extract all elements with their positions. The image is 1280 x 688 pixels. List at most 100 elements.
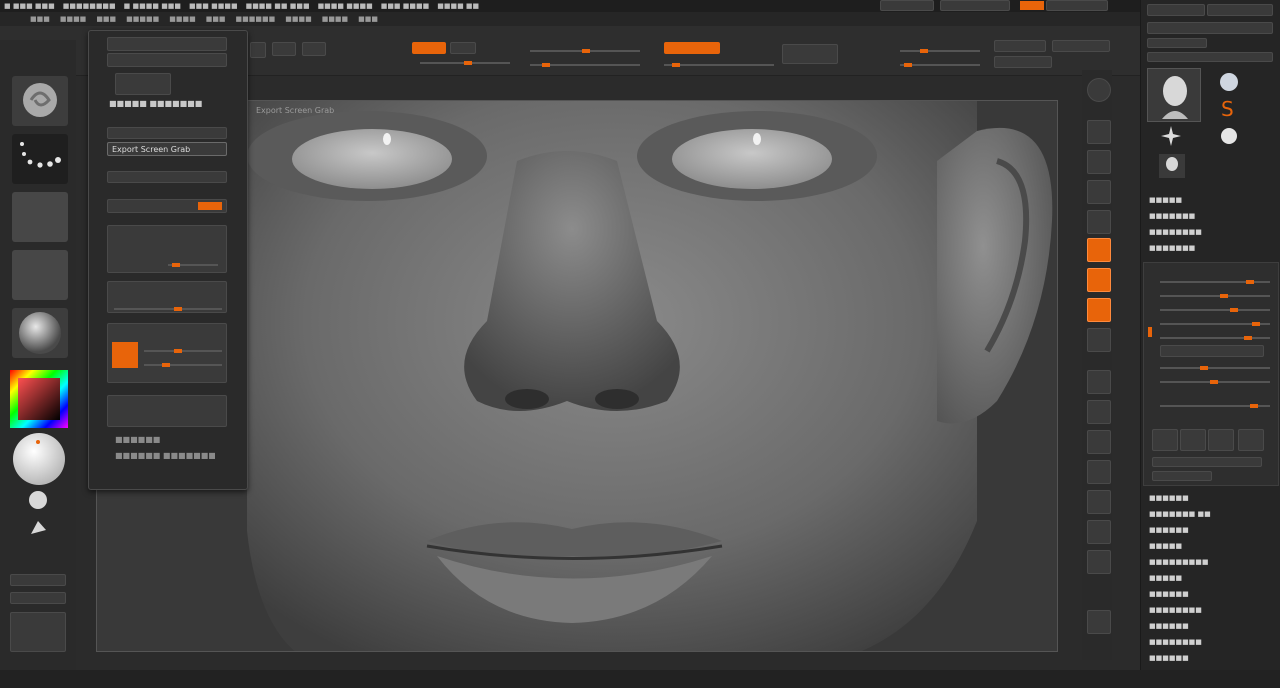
camera-icon[interactable] [170, 230, 190, 250]
focal-shift-slider[interactable] [420, 61, 510, 65]
star-tool-icon[interactable] [1159, 124, 1183, 148]
stroke-icon[interactable] [12, 192, 68, 242]
gradient-icon[interactable] [28, 518, 48, 538]
tray-slider[interactable] [1160, 308, 1270, 312]
palette-item[interactable]: ■■■■ [169, 15, 195, 23]
floor-icon[interactable] [1087, 268, 1111, 292]
texture-icon[interactable] [12, 250, 68, 300]
rotate-icon[interactable] [1087, 460, 1111, 484]
tray-slider[interactable] [1160, 294, 1270, 298]
palette-item[interactable]: ■■■ [358, 15, 378, 23]
camera-icon[interactable] [114, 230, 134, 250]
shelf-button[interactable] [994, 56, 1052, 68]
rgb-intensity-slider[interactable] [530, 49, 640, 53]
main-color-swatch[interactable] [12, 432, 66, 486]
alpha-dots-icon[interactable] [12, 134, 68, 184]
color-swatch[interactable] [112, 342, 138, 368]
sphere-tool-icon[interactable] [1217, 124, 1241, 148]
left-button[interactable] [10, 592, 66, 604]
tray-slider[interactable] [1160, 404, 1270, 408]
move-icon[interactable] [1087, 400, 1111, 424]
brush-icon[interactable] [12, 76, 68, 126]
dynamic-button[interactable] [782, 44, 838, 64]
head-tool-icon[interactable] [1159, 154, 1185, 178]
panel-slider[interactable] [144, 363, 222, 367]
persp-icon[interactable] [1087, 238, 1111, 262]
tray-item[interactable]: ■■■■■■■■ [1149, 228, 1202, 236]
actual-icon[interactable] [1087, 180, 1111, 204]
tray-item[interactable]: ■■■■■■■ [1149, 244, 1195, 252]
tray-item[interactable]: ■■■■■■ [1149, 494, 1189, 502]
tray-item[interactable]: ■■■■■■ [1149, 590, 1189, 598]
zsub-button[interactable] [450, 42, 476, 54]
tray-button[interactable] [1147, 4, 1205, 16]
tray-button[interactable] [1238, 429, 1264, 451]
tray-button[interactable] [1147, 22, 1273, 34]
palette-item[interactable]: ■■■■ [60, 15, 86, 23]
frame-icon[interactable] [1087, 370, 1111, 394]
camera-icon[interactable] [198, 230, 218, 250]
menu-item[interactable]: ■■■■ ■■ ■■■ [246, 2, 310, 10]
panel-button[interactable] [107, 171, 227, 183]
tray-item[interactable]: ■■■■■ [1149, 196, 1182, 204]
color-picker[interactable] [10, 370, 68, 428]
seethrough-slider[interactable] [940, 0, 1010, 11]
shelf-button[interactable] [272, 42, 296, 56]
tray-slider[interactable] [1160, 366, 1270, 370]
tray-item[interactable]: ■■■■■■■■ [1149, 606, 1202, 614]
tray-button[interactable] [1152, 457, 1262, 467]
tray-button[interactable] [1208, 429, 1234, 451]
total-points-slider[interactable] [900, 63, 980, 67]
tray-button[interactable] [1152, 471, 1212, 481]
bpr-icon[interactable] [1087, 78, 1111, 102]
tray-button[interactable] [1160, 345, 1264, 357]
palette-item[interactable]: ■■■■ [285, 15, 311, 23]
polymesh-tool-icon[interactable]: S [1217, 96, 1241, 121]
palette-item[interactable]: ■■■ [30, 15, 50, 23]
menu-item[interactable]: ■■■ ■■■■ [189, 2, 238, 10]
tray-slider[interactable] [1160, 336, 1270, 340]
xyz-icon[interactable] [1087, 328, 1111, 352]
move-icon[interactable] [250, 42, 266, 58]
tray-slider[interactable] [1160, 322, 1270, 326]
draw-size-button[interactable] [664, 42, 720, 54]
draw-size-slider[interactable] [664, 63, 774, 67]
palette-item[interactable]: ■■■■ [322, 15, 348, 23]
panel-button[interactable] [115, 73, 171, 95]
local-icon[interactable] [1087, 298, 1111, 322]
tray-item[interactable]: ■■■■■■ [1149, 622, 1189, 630]
secondary-sphere-icon[interactable] [28, 490, 48, 510]
panel-button[interactable] [107, 37, 227, 51]
panel-slider[interactable] [144, 349, 222, 353]
polyf-icon[interactable] [1087, 490, 1111, 514]
menu-item[interactable]: ■■■■ ■■ [437, 2, 479, 10]
left-button[interactable] [10, 612, 66, 652]
panel-slider[interactable] [114, 307, 222, 311]
xpose-icon[interactable] [1087, 610, 1111, 634]
zoom-icon[interactable] [1087, 150, 1111, 174]
solo-icon[interactable] [1087, 550, 1111, 574]
camera-icon[interactable] [142, 230, 162, 250]
menu-item[interactable]: ■ ■■■■ ■■■ [124, 2, 181, 10]
zadd-button[interactable] [412, 42, 446, 54]
shelf-button[interactable] [994, 40, 1046, 52]
transp-icon[interactable] [1087, 520, 1111, 544]
palette-item[interactable]: ■■■■■■ [236, 15, 276, 23]
tray-button[interactable] [1207, 4, 1273, 16]
left-button[interactable] [10, 574, 66, 586]
head-tool-icon[interactable] [1147, 68, 1201, 122]
tray-item[interactable]: ■■■■■■■ ■■ [1149, 510, 1211, 518]
export-screen-grab-button[interactable]: Export Screen Grab [107, 142, 227, 156]
tray-item[interactable]: ■■■■■ [1149, 542, 1182, 550]
menu-item[interactable]: ■■■ ■■■■ [381, 2, 430, 10]
scale-icon[interactable] [1087, 430, 1111, 454]
shelf-button[interactable] [302, 42, 326, 56]
sphere-tool-icon[interactable] [1217, 70, 1241, 94]
shelf-button[interactable] [1052, 40, 1110, 52]
menus-button[interactable] [1020, 1, 1044, 10]
tray-button[interactable] [1147, 38, 1207, 48]
panel-button[interactable] [107, 53, 227, 67]
tray-item[interactable]: ■■■■■■ [1149, 526, 1189, 534]
panel-slider[interactable] [168, 263, 218, 267]
panel-button[interactable] [107, 127, 227, 139]
